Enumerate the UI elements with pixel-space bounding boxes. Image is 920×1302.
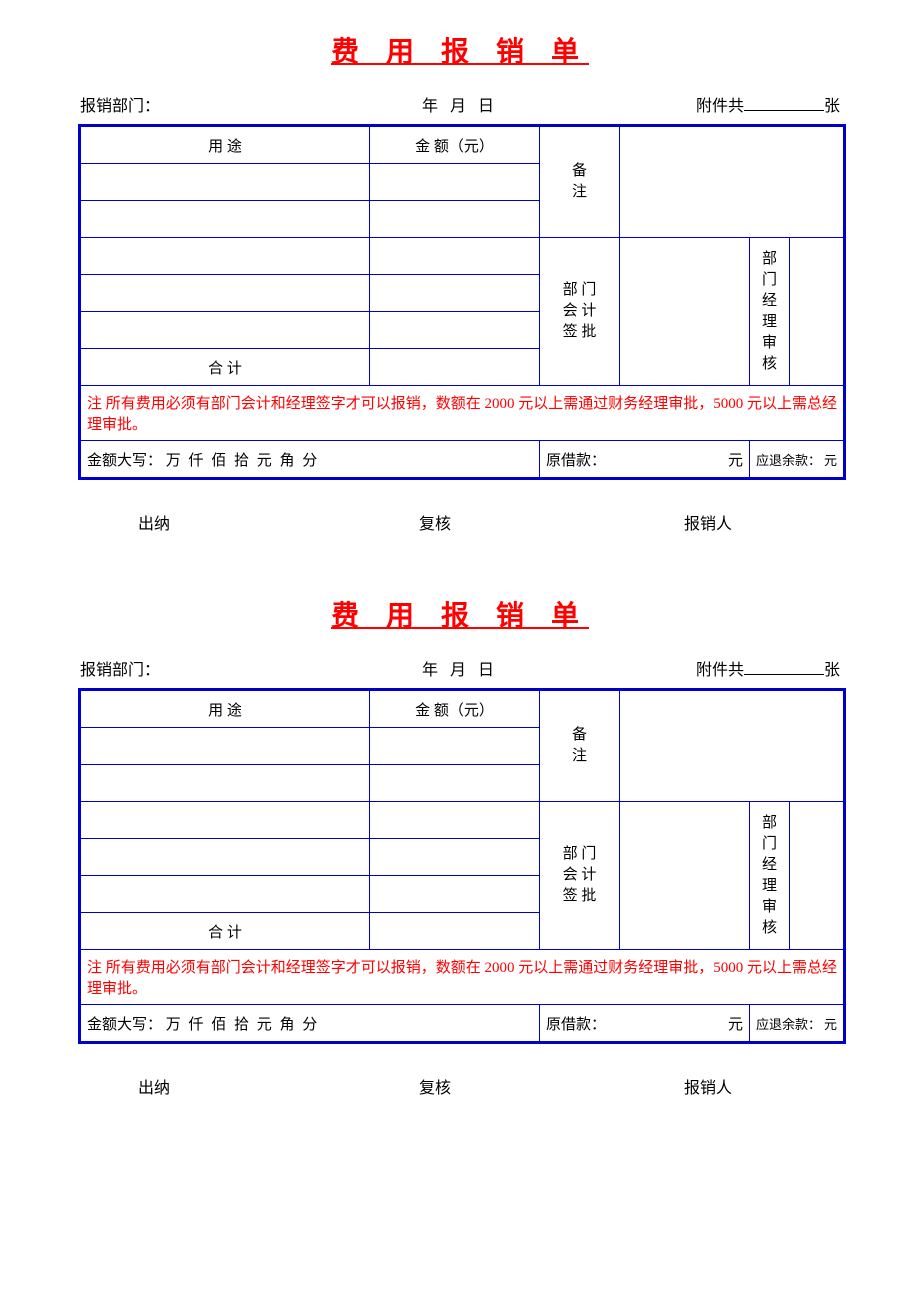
attach-prefix: 附件共 (696, 98, 744, 115)
amount-cell (370, 201, 540, 238)
attachment-count: 附件共 张 (587, 656, 840, 680)
col-usage-header: 用 途 (80, 126, 370, 164)
dept-mgr-audit-cell (790, 238, 845, 386)
attach-suffix: 张 (824, 662, 840, 679)
total-amount-cell (370, 913, 540, 950)
cashier-label: 出纳 (128, 510, 336, 534)
refund: 应退余款： 元 (750, 1005, 845, 1043)
col-amount-header: 金 额（元） (370, 126, 540, 164)
usage-cell (80, 728, 370, 765)
dept-label: 报销部门： (80, 656, 333, 680)
form-title: 费 用 报 销 单 (78, 594, 842, 634)
refund: 应退余款： 元 (750, 441, 845, 479)
claimant-label: 报销人 (534, 510, 792, 534)
attach-suffix: 张 (824, 98, 840, 115)
usage-cell (80, 201, 370, 238)
expense-table: 用 途 金 额（元） 备 注 部 门 会 计 签 批 部门经理审核 (78, 124, 846, 480)
claimant-label: 报销人 (534, 1074, 792, 1098)
usage-cell (80, 765, 370, 802)
dept-mgr-audit-label: 部门经理审核 (750, 238, 790, 386)
amount-cell (370, 238, 540, 275)
col-usage-header: 用 途 (80, 690, 370, 728)
dept-acc-sign-label: 部 门 会 计 签 批 (540, 238, 620, 386)
usage-cell (80, 312, 370, 349)
attachment-count: 附件共 张 (587, 92, 840, 116)
reviewer-label: 复核 (336, 1074, 534, 1098)
attach-blank (744, 110, 824, 111)
form-header: 报销部门： 年 月 日 附件共 张 (78, 656, 842, 680)
col-remark-header: 备 注 (540, 690, 620, 802)
orig-loan: 原借款： 元 (540, 1005, 750, 1043)
col-remark-header: 备 注 (540, 126, 620, 238)
col-amount-header: 金 额（元） (370, 690, 540, 728)
dept-mgr-audit-label: 部门经理审核 (750, 802, 790, 950)
usage-cell (80, 164, 370, 201)
note-text: 注 所有费用必须有部门会计和经理签字才可以报销，数额在 2000 元以上需通过财… (80, 950, 845, 1005)
total-label: 合 计 (80, 349, 370, 386)
dept-mgr-audit-cell (790, 802, 845, 950)
amount-cell (370, 312, 540, 349)
signature-row: 出纳 复核 报销人 (78, 510, 842, 534)
dept-acc-sign-label: 部 门 会 计 签 批 (540, 802, 620, 950)
form-header: 报销部门： 年 月 日 附件共 张 (78, 92, 842, 116)
dept-label: 报销部门： (80, 92, 333, 116)
amount-cell (370, 802, 540, 839)
attach-prefix: 附件共 (696, 662, 744, 679)
form-title: 费 用 报 销 单 (78, 30, 842, 70)
signature-row: 出纳 复核 报销人 (78, 1074, 842, 1098)
usage-cell (80, 275, 370, 312)
remark-cell (620, 126, 845, 238)
dept-acc-sign-cell (620, 238, 750, 386)
total-label: 合 计 (80, 913, 370, 950)
usage-cell (80, 876, 370, 913)
amount-cell (370, 275, 540, 312)
total-amount-cell (370, 349, 540, 386)
expense-table: 用 途 金 额（元） 备 注 部 门 会 计 签 批 部门经理审核 (78, 688, 846, 1044)
amount-cell (370, 765, 540, 802)
dept-acc-sign-cell (620, 802, 750, 950)
date-field: 年 月 日 (333, 92, 586, 116)
note-text: 注 所有费用必须有部门会计和经理签字才可以报销，数额在 2000 元以上需通过财… (80, 386, 845, 441)
date-field: 年 月 日 (333, 656, 586, 680)
amount-words: 金额大写： 万 仟 佰 拾 元 角 分 (80, 1005, 540, 1043)
cashier-label: 出纳 (128, 1074, 336, 1098)
amount-cell (370, 164, 540, 201)
usage-cell (80, 238, 370, 275)
expense-form-2: 费 用 报 销 单 报销部门： 年 月 日 附件共 张 用 途 金 额（元） 备 … (78, 594, 842, 1098)
attach-blank (744, 674, 824, 675)
orig-loan: 原借款： 元 (540, 441, 750, 479)
remark-cell (620, 690, 845, 802)
expense-form-1: 费 用 报 销 单 报销部门： 年 月 日 附件共 张 用 途 金 额（元） 备 … (78, 30, 842, 534)
usage-cell (80, 839, 370, 876)
reviewer-label: 复核 (336, 510, 534, 534)
amount-cell (370, 728, 540, 765)
amount-words: 金额大写： 万 仟 佰 拾 元 角 分 (80, 441, 540, 479)
amount-cell (370, 839, 540, 876)
usage-cell (80, 802, 370, 839)
amount-cell (370, 876, 540, 913)
